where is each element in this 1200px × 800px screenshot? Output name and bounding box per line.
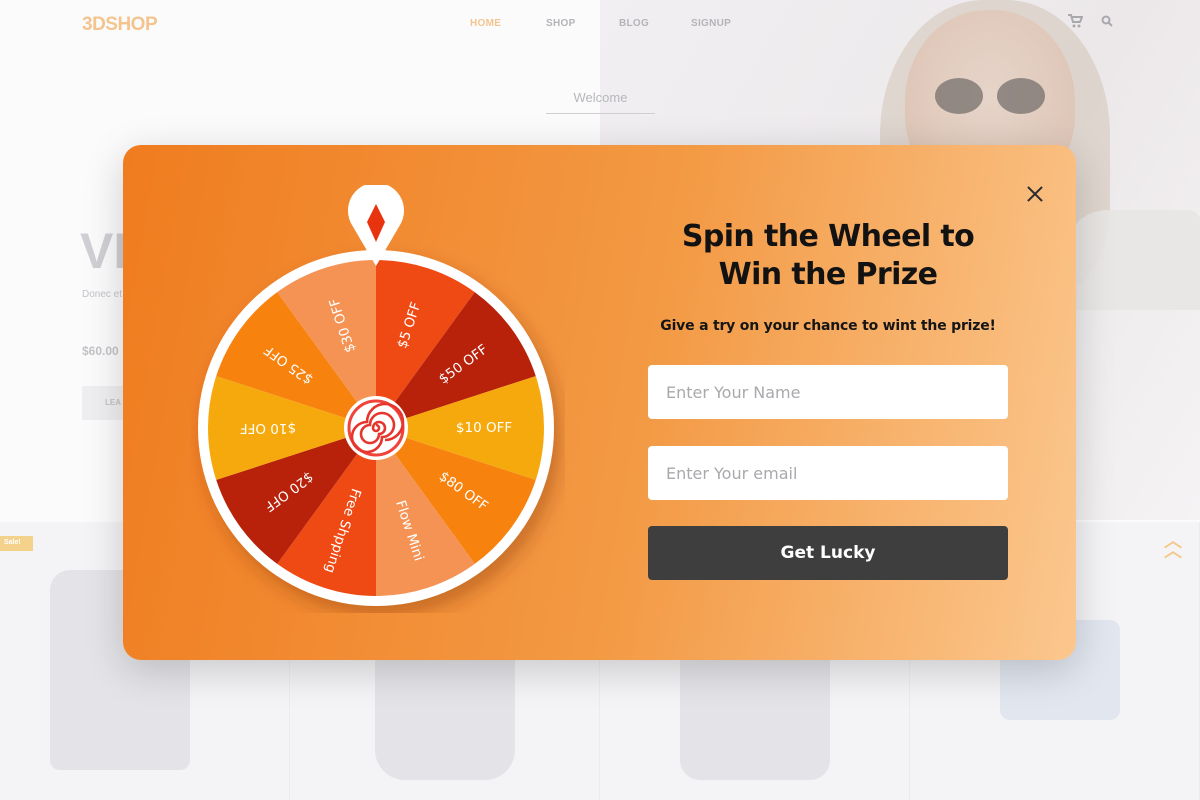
nav-signup[interactable]: SIGNUP [691, 18, 731, 29]
name-input[interactable] [648, 365, 1008, 419]
site-logo[interactable]: 3DSHOP [82, 14, 158, 36]
product-bag-image [680, 660, 830, 780]
chevron-double-up-icon[interactable]: ︿ ︿ [1164, 532, 1182, 560]
nav-home[interactable]: HOME [470, 18, 501, 29]
search-icon[interactable] [1101, 14, 1113, 30]
sunglasses [935, 78, 1055, 118]
model-sweater [1070, 210, 1200, 310]
get-lucky-button[interactable]: Get Lucky [648, 526, 1008, 580]
popup-subtitle: Give a try on your chance to wint the pr… [660, 318, 996, 334]
welcome-heading: Welcome [546, 90, 655, 114]
popup-title: Spin the Wheel to Win the Prize [681, 219, 975, 292]
site-navbar: 3DSHOP HOME SHOP BLOG SIGNUP [0, 0, 1200, 50]
product-bag-image [375, 660, 515, 780]
wheel-segment-label: $10 OFF [240, 420, 296, 436]
hero-price: $60.00 [82, 344, 119, 358]
prize-wheel[interactable]: $5 OFF$50 OFF$10 OFF$80 OFFFlow MiniFree… [190, 185, 565, 613]
lollipop-swirl-icon [344, 396, 408, 460]
hero-title: VI [80, 223, 128, 279]
sale-badge: Sale! [0, 536, 33, 551]
nav-shop[interactable]: SHOP [546, 18, 576, 29]
hero-text: Donec et [82, 289, 123, 300]
nav-blog[interactable]: BLOG [619, 18, 649, 29]
email-input[interactable] [648, 446, 1008, 500]
close-icon[interactable] [1020, 179, 1050, 209]
wheel-segment-label: $10 OFF [456, 420, 512, 436]
cart-icon[interactable] [1068, 14, 1084, 31]
